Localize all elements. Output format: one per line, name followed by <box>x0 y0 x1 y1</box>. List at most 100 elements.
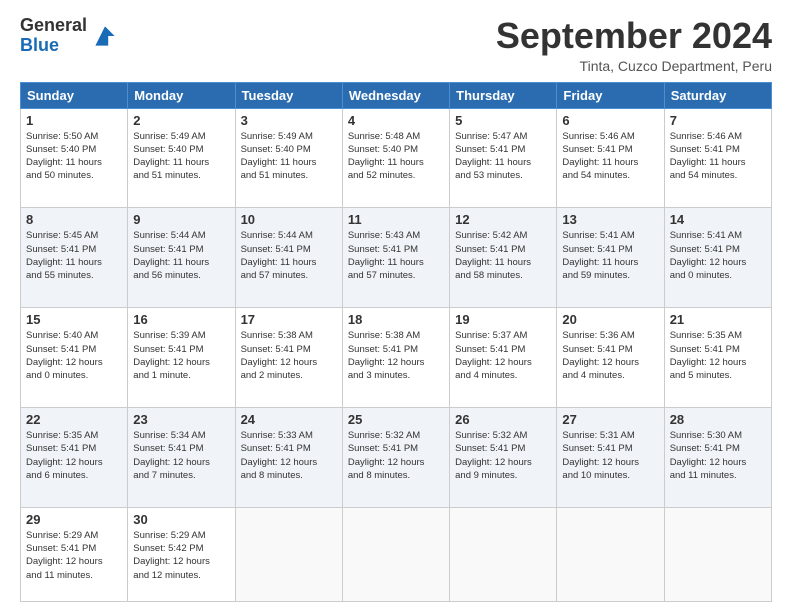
day-info: Sunrise: 5:29 AMSunset: 5:42 PMDaylight:… <box>133 529 229 582</box>
day-info: Sunrise: 5:33 AMSunset: 5:41 PMDaylight:… <box>241 429 337 482</box>
weekday-header-row: SundayMondayTuesdayWednesdayThursdayFrid… <box>21 82 772 108</box>
page: General Blue September 2024 Tinta, Cuzco… <box>0 0 792 612</box>
day-number: 8 <box>26 212 122 227</box>
calendar-cell <box>342 507 449 601</box>
calendar-cell: 4 Sunrise: 5:48 AMSunset: 5:40 PMDaylight… <box>342 108 449 208</box>
calendar-cell <box>235 507 342 601</box>
day-number: 21 <box>670 312 766 327</box>
day-info: Sunrise: 5:31 AMSunset: 5:41 PMDaylight:… <box>562 429 658 482</box>
day-number: 7 <box>670 113 766 128</box>
day-info: Sunrise: 5:35 AMSunset: 5:41 PMDaylight:… <box>670 329 766 382</box>
day-number: 24 <box>241 412 337 427</box>
header: General Blue September 2024 Tinta, Cuzco… <box>20 16 772 74</box>
calendar-cell: 2 Sunrise: 5:49 AMSunset: 5:40 PMDaylight… <box>128 108 235 208</box>
calendar-cell: 17Sunrise: 5:38 AMSunset: 5:41 PMDayligh… <box>235 308 342 408</box>
calendar-cell: 23Sunrise: 5:34 AMSunset: 5:41 PMDayligh… <box>128 408 235 508</box>
day-number: 4 <box>348 113 444 128</box>
day-info: Sunrise: 5:46 AMSunset: 5:41 PMDaylight:… <box>562 130 658 183</box>
day-info: Sunrise: 5:29 AMSunset: 5:41 PMDaylight:… <box>26 529 122 582</box>
day-info: Sunrise: 5:41 AMSunset: 5:41 PMDaylight:… <box>562 229 658 282</box>
day-info: Sunrise: 5:48 AMSunset: 5:40 PMDaylight:… <box>348 130 444 183</box>
day-info: Sunrise: 5:38 AMSunset: 5:41 PMDaylight:… <box>348 329 444 382</box>
day-info: Sunrise: 5:47 AMSunset: 5:41 PMDaylight:… <box>455 130 551 183</box>
calendar-cell: 10Sunrise: 5:44 AMSunset: 5:41 PMDayligh… <box>235 208 342 308</box>
calendar-cell: 1 Sunrise: 5:50 AMSunset: 5:40 PMDaylight… <box>21 108 128 208</box>
calendar-week-3: 15 Sunrise: 5:40 AMSunset: 5:41 PMDayligh… <box>21 308 772 408</box>
day-number: 9 <box>133 212 229 227</box>
day-number: 19 <box>455 312 551 327</box>
calendar-cell: 25 Sunrise: 5:32 AMSunset: 5:41 PMDayligh… <box>342 408 449 508</box>
calendar-cell: 13 Sunrise: 5:41 AMSunset: 5:41 PMDayligh… <box>557 208 664 308</box>
logo-icon <box>89 20 121 52</box>
day-info: Sunrise: 5:32 AMSunset: 5:41 PMDaylight:… <box>348 429 444 482</box>
title-block: September 2024 Tinta, Cuzco Department, … <box>496 16 772 74</box>
calendar-cell: 27 Sunrise: 5:31 AMSunset: 5:41 PMDayligh… <box>557 408 664 508</box>
day-number: 16 <box>133 312 229 327</box>
day-info: Sunrise: 5:37 AMSunset: 5:41 PMDaylight:… <box>455 329 551 382</box>
calendar-cell: 26 Sunrise: 5:32 AMSunset: 5:41 PMDayligh… <box>450 408 557 508</box>
calendar-cell: 22Sunrise: 5:35 AMSunset: 5:41 PMDayligh… <box>21 408 128 508</box>
calendar-week-2: 8 Sunrise: 5:45 AMSunset: 5:41 PMDaylight… <box>21 208 772 308</box>
calendar-cell: 12Sunrise: 5:42 AMSunset: 5:41 PMDayligh… <box>450 208 557 308</box>
weekday-header-tuesday: Tuesday <box>235 82 342 108</box>
day-number: 11 <box>348 212 444 227</box>
calendar-cell: 28 Sunrise: 5:30 AMSunset: 5:41 PMDayligh… <box>664 408 771 508</box>
day-number: 17 <box>241 312 337 327</box>
calendar-cell: 21 Sunrise: 5:35 AMSunset: 5:41 PMDayligh… <box>664 308 771 408</box>
day-info: Sunrise: 5:49 AMSunset: 5:40 PMDaylight:… <box>133 130 229 183</box>
day-info: Sunrise: 5:49 AMSunset: 5:40 PMDaylight:… <box>241 130 337 183</box>
logo-general-text: General <box>20 15 87 35</box>
day-info: Sunrise: 5:43 AMSunset: 5:41 PMDaylight:… <box>348 229 444 282</box>
calendar-cell: 30 Sunrise: 5:29 AMSunset: 5:42 PMDayligh… <box>128 507 235 601</box>
calendar-cell: 29 Sunrise: 5:29 AMSunset: 5:41 PMDayligh… <box>21 507 128 601</box>
weekday-header-sunday: Sunday <box>21 82 128 108</box>
calendar-table: SundayMondayTuesdayWednesdayThursdayFrid… <box>20 82 772 602</box>
day-number: 18 <box>348 312 444 327</box>
day-info: Sunrise: 5:41 AMSunset: 5:41 PMDaylight:… <box>670 229 766 282</box>
calendar-cell: 15 Sunrise: 5:40 AMSunset: 5:41 PMDayligh… <box>21 308 128 408</box>
day-info: Sunrise: 5:44 AMSunset: 5:41 PMDaylight:… <box>241 229 337 282</box>
day-number: 25 <box>348 412 444 427</box>
location: Tinta, Cuzco Department, Peru <box>496 58 772 74</box>
day-number: 22 <box>26 412 122 427</box>
calendar-cell: 24 Sunrise: 5:33 AMSunset: 5:41 PMDayligh… <box>235 408 342 508</box>
day-info: Sunrise: 5:39 AMSunset: 5:41 PMDaylight:… <box>133 329 229 382</box>
day-number: 14 <box>670 212 766 227</box>
day-info: Sunrise: 5:40 AMSunset: 5:41 PMDaylight:… <box>26 329 122 382</box>
calendar-week-4: 22Sunrise: 5:35 AMSunset: 5:41 PMDayligh… <box>21 408 772 508</box>
calendar-cell: 14 Sunrise: 5:41 AMSunset: 5:41 PMDayligh… <box>664 208 771 308</box>
calendar-cell: 9 Sunrise: 5:44 AMSunset: 5:41 PMDaylight… <box>128 208 235 308</box>
day-number: 28 <box>670 412 766 427</box>
calendar-cell <box>664 507 771 601</box>
day-number: 6 <box>562 113 658 128</box>
day-number: 29 <box>26 512 122 527</box>
day-info: Sunrise: 5:45 AMSunset: 5:41 PMDaylight:… <box>26 229 122 282</box>
day-number: 5 <box>455 113 551 128</box>
day-number: 1 <box>26 113 122 128</box>
day-number: 2 <box>133 113 229 128</box>
calendar-cell: 6 Sunrise: 5:46 AMSunset: 5:41 PMDaylight… <box>557 108 664 208</box>
logo-blue-text: Blue <box>20 35 59 55</box>
day-number: 30 <box>133 512 229 527</box>
weekday-header-saturday: Saturday <box>664 82 771 108</box>
calendar-cell: 19 Sunrise: 5:37 AMSunset: 5:41 PMDayligh… <box>450 308 557 408</box>
logo: General Blue <box>20 16 121 56</box>
calendar-cell: 18 Sunrise: 5:38 AMSunset: 5:41 PMDayligh… <box>342 308 449 408</box>
day-info: Sunrise: 5:46 AMSunset: 5:41 PMDaylight:… <box>670 130 766 183</box>
weekday-header-thursday: Thursday <box>450 82 557 108</box>
day-number: 26 <box>455 412 551 427</box>
calendar-cell: 16 Sunrise: 5:39 AMSunset: 5:41 PMDayligh… <box>128 308 235 408</box>
day-info: Sunrise: 5:44 AMSunset: 5:41 PMDaylight:… <box>133 229 229 282</box>
day-info: Sunrise: 5:50 AMSunset: 5:40 PMDaylight:… <box>26 130 122 183</box>
day-number: 13 <box>562 212 658 227</box>
day-number: 15 <box>26 312 122 327</box>
calendar-cell: 3Sunrise: 5:49 AMSunset: 5:40 PMDaylight… <box>235 108 342 208</box>
calendar-cell: 7 Sunrise: 5:46 AMSunset: 5:41 PMDaylight… <box>664 108 771 208</box>
day-number: 12 <box>455 212 551 227</box>
day-number: 27 <box>562 412 658 427</box>
weekday-header-monday: Monday <box>128 82 235 108</box>
calendar-cell <box>450 507 557 601</box>
day-info: Sunrise: 5:30 AMSunset: 5:41 PMDaylight:… <box>670 429 766 482</box>
day-info: Sunrise: 5:32 AMSunset: 5:41 PMDaylight:… <box>455 429 551 482</box>
weekday-header-wednesday: Wednesday <box>342 82 449 108</box>
